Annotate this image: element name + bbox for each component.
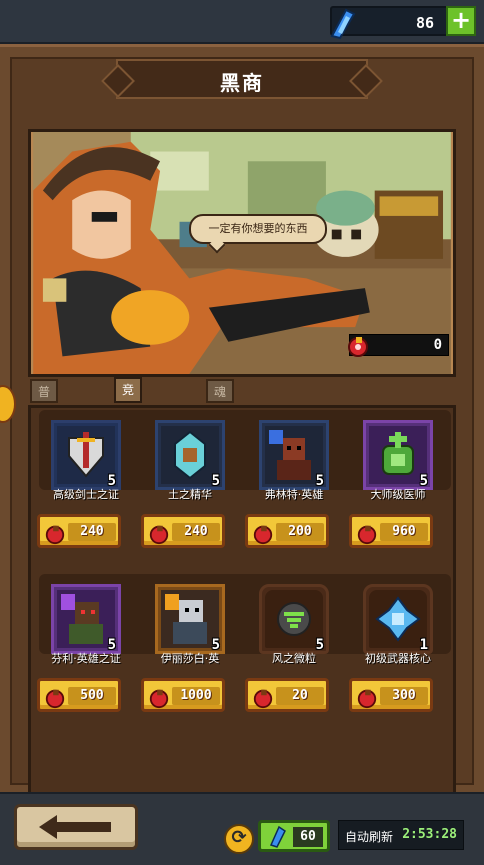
item-name: 芬利·英雄之证	[51, 652, 121, 665]
gem-count: 86	[415, 14, 434, 32]
shop-item[interactable]: 5 大师级医师 960	[345, 420, 445, 560]
auto-refresh-timer: 自动刷新 2:53:28	[338, 820, 464, 850]
black-market-panel: 黑商 一定有你想要的东西 0 普 竞 魂 5 高级剑士之证 240 5 土之精华…	[0, 44, 484, 815]
title-banner: 黑商	[116, 59, 368, 99]
blue-gem-icon	[269, 825, 286, 848]
tab-normal-shop[interactable]: 普通商店	[30, 379, 59, 465]
back-arrow-icon	[39, 815, 111, 839]
buy-button[interactable]: 20	[245, 678, 329, 712]
add-gems-button[interactable]: +	[446, 6, 476, 36]
shop-item[interactable]: 5 土之精华 240	[137, 420, 237, 560]
refresh-cost: 60	[293, 827, 323, 847]
weapon-core-icon	[375, 596, 421, 642]
shop-item[interactable]: 5 伊丽莎白·英 1000	[137, 584, 237, 724]
gem-balance: 86 +	[330, 6, 476, 40]
item-price: 240	[172, 523, 220, 541]
refresh-button[interactable]: 60	[258, 820, 330, 852]
item-name: 土之精华	[168, 488, 212, 501]
arena-coin-balance: 0	[348, 334, 449, 357]
item-frame: 5	[51, 584, 121, 654]
item-name: 高级剑士之证	[53, 488, 119, 501]
arena-coin-icon	[149, 525, 169, 545]
hero-finley-icon	[61, 594, 103, 644]
buy-button[interactable]: 240	[37, 514, 121, 548]
shop-item[interactable]: 5 芬利·英雄之证 500	[33, 584, 133, 724]
arena-coin-icon	[253, 689, 273, 709]
arena-coin-icon	[45, 689, 65, 709]
blue-gem-icon	[330, 8, 356, 40]
buy-button[interactable]: 200	[245, 514, 329, 548]
bottom-bar: ⟳ 60 自动刷新 2:53:28	[0, 792, 484, 865]
item-frame: 5	[363, 420, 433, 490]
wind-particle-icon	[277, 602, 311, 636]
shop-grid: 5 高级剑士之证 240 5 土之精华 240 5 弗林特·英雄 200 5 大…	[28, 405, 456, 815]
top-bar: 86 +	[0, 0, 484, 44]
shop-item[interactable]: 5 风之微粒 20	[241, 584, 341, 724]
refresh-icon[interactable]: ⟳	[224, 824, 254, 854]
item-frame: 5	[259, 420, 329, 490]
arena-coin-icon	[149, 689, 169, 709]
item-price: 20	[276, 687, 324, 705]
sword-emblem-icon	[68, 432, 104, 478]
arena-coin-icon	[253, 525, 273, 545]
item-price: 500	[68, 687, 116, 705]
item-price: 1000	[172, 687, 220, 705]
item-price: 300	[380, 687, 428, 705]
buy-button[interactable]: 300	[349, 678, 433, 712]
arena-coin-icon	[348, 337, 368, 357]
buy-button[interactable]: 1000	[141, 678, 225, 712]
item-frame: 5	[51, 420, 121, 490]
earth-essence-icon	[174, 430, 206, 480]
arena-coin-icon	[357, 689, 377, 709]
shop-item[interactable]: 1 初级武器核心 300	[345, 584, 445, 724]
shop-item[interactable]: 5 高级剑士之证 240	[33, 420, 133, 560]
auto-refresh-label: 自动刷新	[345, 830, 394, 844]
hero-elizabeth-icon	[165, 594, 207, 644]
item-frame: 5	[259, 584, 329, 654]
item-name: 风之微粒	[272, 652, 316, 665]
item-name: 弗林特·英雄	[264, 488, 324, 501]
item-price: 240	[68, 523, 116, 541]
tab-soul-coin-shop[interactable]: 魂币商店	[206, 379, 235, 465]
page-title: 黑商	[220, 71, 264, 95]
merchant-banner: 一定有你想要的东西 0	[28, 129, 456, 377]
item-frame: 5	[155, 584, 225, 654]
buy-button[interactable]: 960	[349, 514, 433, 548]
arena-coin-icon	[45, 525, 65, 545]
buy-button[interactable]: 500	[37, 678, 121, 712]
master-medic-icon	[382, 432, 414, 475]
arena-coin-icon	[357, 525, 377, 545]
item-name: 初级武器核心	[365, 652, 431, 665]
item-frame: 5	[155, 420, 225, 490]
item-price: 960	[380, 523, 428, 541]
auto-refresh-time: 2:53:28	[402, 827, 457, 842]
back-button[interactable]	[14, 804, 138, 850]
shop-item[interactable]: 5 弗林特·英雄 200	[241, 420, 341, 560]
item-name: 大师级医师	[370, 488, 426, 501]
tab-arena-shop[interactable]: 竞技场商店	[114, 377, 143, 485]
hero-flint-icon	[269, 430, 311, 480]
item-price: 200	[276, 523, 324, 541]
arena-coin-count: 0	[433, 337, 442, 353]
item-frame: 1	[363, 584, 433, 654]
buy-button[interactable]: 240	[141, 514, 225, 548]
item-name: 伊丽莎白·英	[160, 652, 220, 665]
merchant-speech-bubble: 一定有你想要的东西	[189, 214, 327, 244]
